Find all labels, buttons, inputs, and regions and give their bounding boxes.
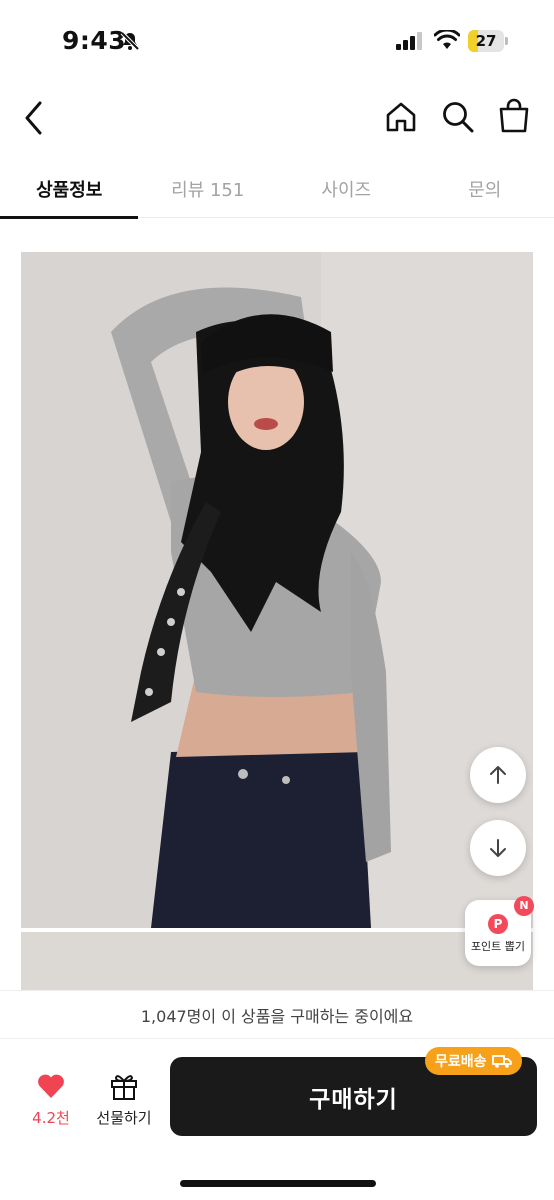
like-count: 4.2천 — [32, 1109, 70, 1127]
battery-body: 27 — [468, 30, 504, 52]
cellular-signal-icon — [396, 32, 422, 50]
delivery-truck-icon — [491, 1055, 512, 1068]
battery-level: 27 — [475, 32, 497, 50]
product-detail-screen: 9:43 27 상품정보 리뷰 151 사이즈 문의 P 포인트 뽑기 N 1,… — [0, 0, 554, 1200]
tab-size[interactable]: 사이즈 — [277, 160, 416, 218]
like-button[interactable]: 4.2천 — [22, 1069, 80, 1133]
gift-button[interactable]: 선물하기 — [90, 1069, 158, 1133]
status-time: 9:43 — [62, 26, 127, 55]
search-icon[interactable] — [440, 99, 476, 135]
product-tabs: 상품정보 리뷰 151 사이즈 문의 — [0, 160, 554, 219]
bell-muted-icon — [120, 31, 140, 51]
gift-icon — [111, 1075, 137, 1100]
arrow-down-icon — [490, 839, 506, 857]
wifi-icon — [434, 30, 460, 49]
arrow-up-icon — [490, 766, 506, 784]
free-shipping-label: 무료배송 — [435, 1054, 487, 1070]
status-bar: 9:43 27 — [0, 0, 554, 80]
home-icon[interactable] — [384, 100, 418, 134]
battery-tip — [505, 37, 508, 45]
new-badge: N — [514, 896, 534, 916]
tab-product-info[interactable]: 상품정보 — [0, 160, 139, 219]
product-photo[interactable] — [21, 252, 533, 928]
product-photo-illustration — [21, 252, 533, 928]
shopping-bag-icon[interactable] — [497, 98, 531, 134]
heart-icon — [38, 1074, 64, 1098]
chevron-left-icon[interactable] — [22, 100, 46, 136]
free-shipping-badge: 무료배송 — [425, 1047, 522, 1075]
scroll-down-button[interactable] — [470, 820, 526, 876]
tab-inquiry[interactable]: 문의 — [416, 160, 554, 218]
point-p-icon: P — [488, 914, 508, 934]
tab-reviews[interactable]: 리뷰 151 — [139, 160, 278, 218]
nav-bar — [0, 90, 554, 150]
gift-label: 선물하기 — [96, 1109, 152, 1127]
battery-indicator: 27 — [468, 30, 508, 52]
point-draw-label: 포인트 뽑기 — [470, 940, 526, 953]
scroll-up-button[interactable] — [470, 747, 526, 803]
buying-now-banner: 1,047명이 이 상품을 구매하는 중이에요 — [0, 990, 554, 1038]
home-indicator — [180, 1180, 376, 1187]
